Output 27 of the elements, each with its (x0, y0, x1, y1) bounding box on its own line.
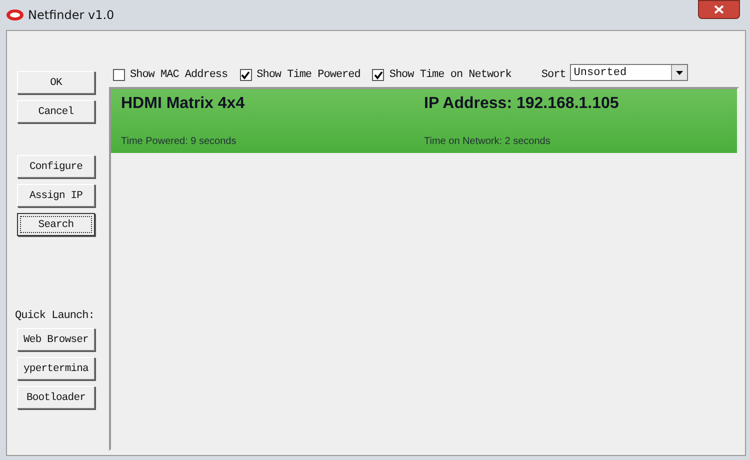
side-button[interactable]: Search (17, 213, 95, 236)
side-button[interactable]: Web Browser (17, 328, 95, 351)
dropdown-arrow-icon (676, 70, 683, 74)
device-entry[interactable]: HDMI Matrix 4x4 Time Powered: 9 seconds IP Address: 192.168.1.105 Time on Network: 2 seconds (111, 89, 737, 153)
sort-dropdown[interactable]: Unsorted (570, 64, 688, 81)
section-label: Quick Launch: (15, 310, 94, 322)
checkbox-label: Show Time on Network (389, 69, 512, 81)
checkbox-label: Show Time Powered (256, 69, 360, 81)
time-powered: Time Powered: 9 seconds (121, 136, 238, 147)
side-button[interactable]: Configure (17, 155, 95, 178)
side-button[interactable]: ypertermina (17, 357, 95, 380)
device-name: HDMI Matrix 4x4 (121, 95, 246, 113)
ip-address: IP Address: 192.168.1.105 (424, 95, 620, 113)
window-title: Netfinder v1.0 (28, 8, 114, 22)
checkbox[interactable] (113, 69, 125, 81)
checkbox[interactable] (372, 69, 384, 81)
checkbox-label: Show MAC Address (130, 69, 228, 81)
close-button[interactable] (698, 0, 740, 19)
side-button[interactable]: Assign IP (17, 184, 95, 207)
sort-label: Sort (541, 69, 566, 81)
close-icon (714, 5, 724, 14)
time-on-network: Time on Network: 2 seconds (424, 136, 552, 147)
checkbox[interactable] (240, 69, 252, 81)
side-button[interactable]: Cancel (17, 100, 95, 123)
side-button[interactable]: Bootloader (17, 386, 95, 409)
side-button[interactable]: OK (17, 71, 95, 94)
app-logo-icon (6, 9, 24, 21)
